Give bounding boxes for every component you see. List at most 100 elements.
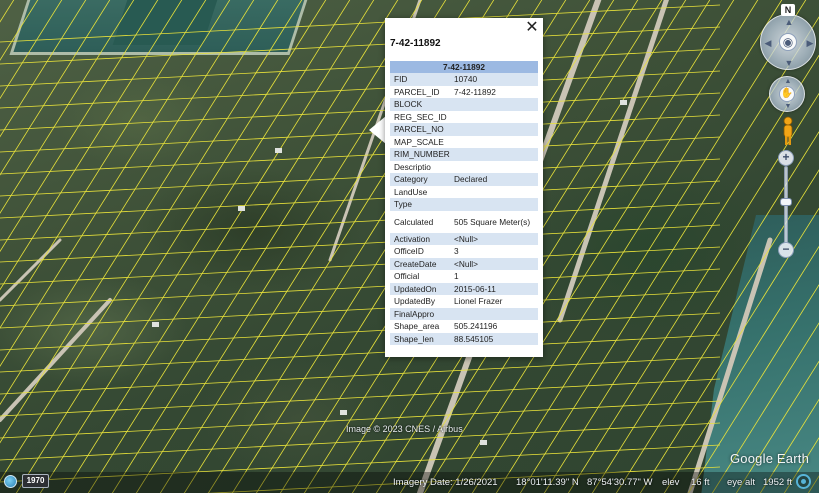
attribute-key: OfficeID (390, 245, 450, 258)
zoom-out-button[interactable]: − (778, 242, 794, 258)
attribute-row: CreateDate <Null> (390, 257, 538, 270)
attribute-value (450, 135, 538, 148)
parcel-line (111, 0, 423, 493)
attribute-key: Type (390, 198, 450, 211)
look-control[interactable]: ▲ ▼ ◀ ▶ ◉ (760, 14, 816, 70)
attribute-row: Official 1 (390, 270, 538, 283)
look-up-arrow-icon[interactable]: ▲ (784, 17, 794, 27)
parcel-line (0, 114, 721, 153)
parcel-line (0, 0, 39, 61)
imagery-date: Imagery Date: 1/26/2021 (393, 477, 498, 488)
attribute-row: UpdatedOn 2015-06-11 (390, 282, 538, 295)
attribute-rows: FID 10740 PARCEL_ID 7-42-11892 BLOCK REG_SEC_… (390, 73, 538, 345)
parcel-line (63, 0, 375, 493)
attribute-row: Activation <Null> (390, 232, 538, 245)
parcel-line (687, 284, 819, 493)
parcel-line (0, 0, 303, 482)
attribute-row: UpdatedBy Lionel Frazer (390, 295, 538, 308)
attribute-value: 1 (450, 270, 538, 283)
parcel-line (0, 4, 721, 43)
parcel-line (0, 0, 87, 138)
attribute-key: Official (390, 270, 450, 283)
attribute-row: Type (390, 198, 538, 211)
attribute-row: FID 10740 (390, 73, 538, 86)
popup-title: 7-42-11892 (390, 38, 441, 49)
attribute-key: UpdatedBy (390, 295, 450, 308)
attribute-value: 88.545105 (450, 332, 538, 345)
historical-imagery-icon[interactable] (4, 475, 17, 488)
popup-pointer (369, 116, 386, 144)
attribute-value: 505 Square Meter(s) (450, 210, 538, 233)
attribute-row: Descriptio (390, 160, 538, 173)
attribute-row: FinalAppro (390, 307, 538, 320)
parcel-line (0, 202, 721, 241)
attribute-key: Shape_area (390, 320, 450, 333)
pegman-icon[interactable] (781, 116, 795, 146)
look-down-arrow-icon[interactable]: ▼ (784, 58, 794, 68)
attribute-value (450, 110, 538, 123)
attribute-row: REG_SEC_ID (390, 110, 538, 123)
parcel-line (0, 26, 721, 65)
zoom-slider[interactable]: + − (778, 150, 794, 258)
attribute-value (450, 198, 538, 211)
attribute-key: Shape_len (390, 332, 450, 345)
road (0, 298, 112, 422)
attribute-key: FinalAppro (390, 307, 450, 320)
zoom-thumb[interactable] (780, 198, 792, 206)
attribute-value: 2015-06-11 (450, 282, 538, 295)
move-down-arrow-icon[interactable]: ▼ (783, 102, 793, 112)
hand-icon[interactable]: ✋ (779, 86, 795, 102)
attribute-key: PARCEL_NO (390, 123, 450, 136)
attribute-key: FID (390, 73, 450, 86)
attribute-row: BLOCK (390, 98, 538, 111)
look-left-arrow-icon[interactable]: ◀ (763, 38, 773, 48)
attribute-value: <Null> (450, 257, 538, 270)
attribute-key: MAP_SCALE (390, 135, 450, 148)
zoom-in-button[interactable]: + (778, 150, 794, 166)
attribute-value: Lionel Frazer (450, 295, 538, 308)
attribute-value: 3 (450, 245, 538, 258)
attribute-row: Category Declared (390, 173, 538, 186)
compass-north[interactable]: N (781, 4, 795, 16)
attribute-value (450, 307, 538, 320)
attribute-key: BLOCK (390, 98, 450, 111)
attribute-row: MAP_SCALE (390, 135, 538, 148)
attribute-key: Category (390, 173, 450, 186)
attribute-value: <Null> (450, 232, 538, 245)
attribute-key: LandUse (390, 185, 450, 198)
move-control[interactable]: ▲ ▼ ✋ (769, 76, 805, 112)
look-right-arrow-icon[interactable]: ▶ (805, 38, 815, 48)
elevation-label: elev (662, 477, 680, 488)
attribute-key: RIM_NUMBER (390, 148, 450, 161)
latitude-readout: 18°01'11.39" N (516, 477, 579, 488)
parcel-line (0, 268, 721, 307)
google-earth-logo: Google Earth (730, 451, 810, 466)
attribute-value (450, 160, 538, 173)
eye-icon[interactable]: ◉ (779, 33, 797, 51)
attribute-value: 7-42-11892 (450, 85, 538, 98)
parcel-line (0, 312, 721, 351)
attribute-table-header: 7-42-11892 (390, 61, 538, 73)
parcel-line (0, 0, 207, 329)
parcel-line (0, 70, 721, 109)
parcel-line (15, 0, 327, 493)
parcel-line (0, 0, 159, 253)
road (557, 0, 669, 323)
attribute-key: Descriptio (390, 160, 450, 173)
close-icon[interactable]: ✕ (525, 20, 539, 36)
attribute-key: PARCEL_ID (390, 85, 450, 98)
structure-roof (340, 410, 347, 415)
structure-roof (152, 322, 159, 327)
attribute-value (450, 185, 538, 198)
attribute-value: 10740 (450, 73, 538, 86)
attribute-row: Shape_area 505.241196 (390, 320, 538, 333)
parcel-line (0, 48, 721, 87)
attribute-value: 505.241196 (450, 320, 538, 333)
parcel-line (0, 0, 183, 291)
eye-altitude-value: 1952 ft (763, 477, 793, 488)
eye-altitude-label: eye alt (727, 477, 755, 488)
parcel-line (0, 0, 63, 100)
historical-year-badge[interactable]: 1970 (22, 474, 49, 488)
road (0, 238, 62, 302)
parcel-line (735, 360, 819, 493)
